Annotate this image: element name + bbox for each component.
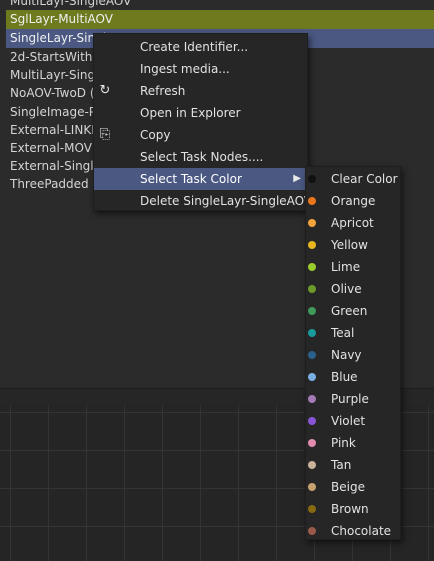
menu-item-label: Delete SingleLayr-SingleAOV [140,194,313,208]
color-swatch-icon [308,373,316,381]
color-item-purple[interactable]: Purple [306,388,400,410]
menu-item-refresh[interactable]: ↻ Refresh [94,80,307,102]
menu-item-label: Copy [140,128,171,142]
menu-item-label: Open in Explorer [140,106,241,120]
color-item-olive[interactable]: Olive [306,278,400,300]
menu-item-label: Ingest media... [140,62,230,76]
color-item-orange[interactable]: Orange [306,190,400,212]
color-swatch-icon [308,351,316,359]
menu-item-select-task-color[interactable]: Select Task Color ▶ [94,168,307,190]
color-swatch-icon [308,505,316,513]
menu-item-delete-singlelayr-singleaov[interactable]: Delete SingleLayr-SingleAOV [94,190,312,212]
color-item-violet[interactable]: Violet [306,410,400,432]
color-item-label: Blue [331,370,358,384]
color-item-label: Lime [331,260,361,274]
color-item-teal[interactable]: Teal [306,322,400,344]
color-item-lime[interactable]: Lime [306,256,400,278]
color-swatch-icon [308,461,316,469]
color-swatch-icon [308,219,316,227]
refresh-icon: ↻ [99,83,111,98]
context-menu: Create Identifier... Ingest media... ↻ Refr… [93,33,312,212]
color-swatch-icon [308,263,316,271]
color-item-beige[interactable]: Beige [306,476,400,498]
menu-item-open-in-explorer[interactable]: Open in Explorer [94,102,307,124]
color-swatch-icon [308,241,316,249]
color-item-chocolate[interactable]: Chocolate [306,520,400,542]
color-item-label: Apricot [331,216,374,230]
menu-item-label: Create Identifier... [140,40,249,54]
copy-icon: ⎘ [99,127,111,142]
color-item-label: Olive [331,282,362,296]
color-item-brown[interactable]: Brown [306,498,400,520]
color-item-blue[interactable]: Blue [306,366,400,388]
color-item-clear-color[interactable]: Clear Color [306,168,400,190]
color-swatch-icon [308,175,316,183]
menu-item-ingest-media[interactable]: Ingest media... [94,58,307,80]
color-item-label: Pink [331,436,356,450]
color-swatch-icon [308,483,316,491]
color-item-label: Chocolate [331,524,392,538]
menu-item-create-identifier[interactable]: Create Identifier... [94,36,307,58]
color-item-pink[interactable]: Pink [306,432,400,454]
color-item-label: Yellow [331,238,368,252]
color-item-label: Green [331,304,368,318]
color-item-label: Navy [331,348,362,362]
task-color-submenu: Clear Color Orange Apricot Yellow Lime Olive G… [305,166,401,540]
app-window: MultiLayr-SingleAOV SglLayr-MultiAOV Singl… [0,0,434,561]
color-item-apricot[interactable]: Apricot [306,212,400,234]
menu-item-label: Select Task Nodes.... [140,150,264,164]
color-swatch-icon [308,329,316,337]
color-swatch-icon [308,417,316,425]
color-swatch-icon [308,197,316,205]
color-swatch-icon [308,439,316,447]
color-item-label: Beige [331,480,365,494]
color-item-green[interactable]: Green [306,300,400,322]
color-item-navy[interactable]: Navy [306,344,400,366]
color-swatch-icon [308,527,316,535]
color-item-label: Clear Color [331,172,398,186]
menu-item-label: Refresh [140,84,186,98]
color-item-tan[interactable]: Tan [306,454,400,476]
color-item-label: Purple [331,392,369,406]
menu-item-select-task-nodes[interactable]: Select Task Nodes.... [94,146,307,168]
menu-item-label: Select Task Color [140,172,242,186]
color-item-label: Brown [331,502,369,516]
color-swatch-icon [308,285,316,293]
color-item-yellow[interactable]: Yellow [306,234,400,256]
chevron-right-icon: ▶ [293,173,301,184]
color-swatch-icon [308,307,316,315]
task-row[interactable]: SglLayr-MultiAOV [6,10,434,29]
color-item-label: Teal [331,326,355,340]
menu-item-copy[interactable]: ⎘ Copy [94,124,307,146]
color-item-label: Violet [331,414,366,428]
color-item-label: Orange [331,194,376,208]
color-swatch-icon [308,395,316,403]
color-item-label: Tan [331,458,352,472]
